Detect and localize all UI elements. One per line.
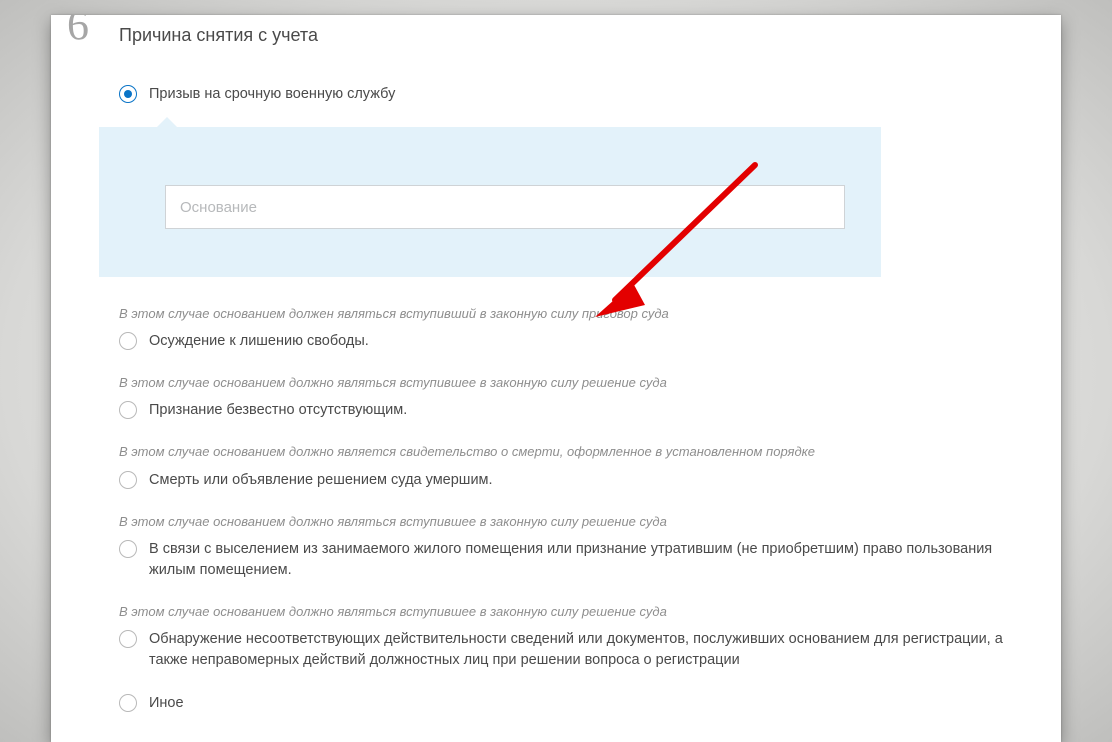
option-row[interactable]: В связи с выселением из занимаемого жило… xyxy=(119,539,1031,581)
option-row[interactable]: Смерть или объявление решением суда умер… xyxy=(119,470,1031,491)
option-label[interactable]: Смерть или объявление решением суда умер… xyxy=(149,470,493,491)
option-label[interactable]: В связи с выселением из занимаемого жило… xyxy=(149,539,1031,581)
reason-input[interactable] xyxy=(165,185,845,229)
radio-icon[interactable] xyxy=(119,694,137,712)
option-label[interactable]: Иное xyxy=(149,693,184,714)
option-note: В этом случае основанием должно является… xyxy=(119,443,1029,461)
option-row[interactable]: Обнаружение несоответствующих действител… xyxy=(119,629,1031,671)
option-row[interactable]: Осуждение к лишению свободы. xyxy=(119,331,1031,352)
option-note: В этом случае основанием должно являться… xyxy=(119,374,1029,392)
radio-icon[interactable] xyxy=(119,630,137,648)
option-label[interactable]: Обнаружение несоответствующих действител… xyxy=(149,629,1031,671)
option-row[interactable]: Признание безвестно отсутствующим. xyxy=(119,400,1031,421)
option-note: В этом случае основанием должен являться… xyxy=(119,305,1029,323)
radio-icon[interactable] xyxy=(119,332,137,350)
step-number: 6 xyxy=(67,15,89,47)
option-note: В этом случае основанием должно являться… xyxy=(119,513,1029,531)
option-label[interactable]: Признание безвестно отсутствующим. xyxy=(149,400,407,421)
options-wrap: Призыв на срочную военную службу В этом … xyxy=(51,54,1061,714)
reason-panel xyxy=(99,127,881,277)
radio-selected-icon[interactable] xyxy=(119,85,137,103)
option-row[interactable]: Иное xyxy=(119,693,1031,714)
option-note: В этом случае основанием должно являться… xyxy=(119,603,1029,621)
radio-icon[interactable] xyxy=(119,401,137,419)
option-label[interactable]: Призыв на срочную военную службу xyxy=(149,84,395,105)
step-title: Причина снятия с учета xyxy=(119,19,1061,46)
option-row[interactable]: Призыв на срочную военную службу xyxy=(119,84,1031,105)
radio-icon[interactable] xyxy=(119,471,137,489)
option-label[interactable]: Осуждение к лишению свободы. xyxy=(149,331,369,352)
radio-icon[interactable] xyxy=(119,540,137,558)
form-card: 6 Причина снятия с учета Призыв на срочн… xyxy=(51,15,1061,742)
step-header: 6 Причина снятия с учета xyxy=(51,15,1061,54)
